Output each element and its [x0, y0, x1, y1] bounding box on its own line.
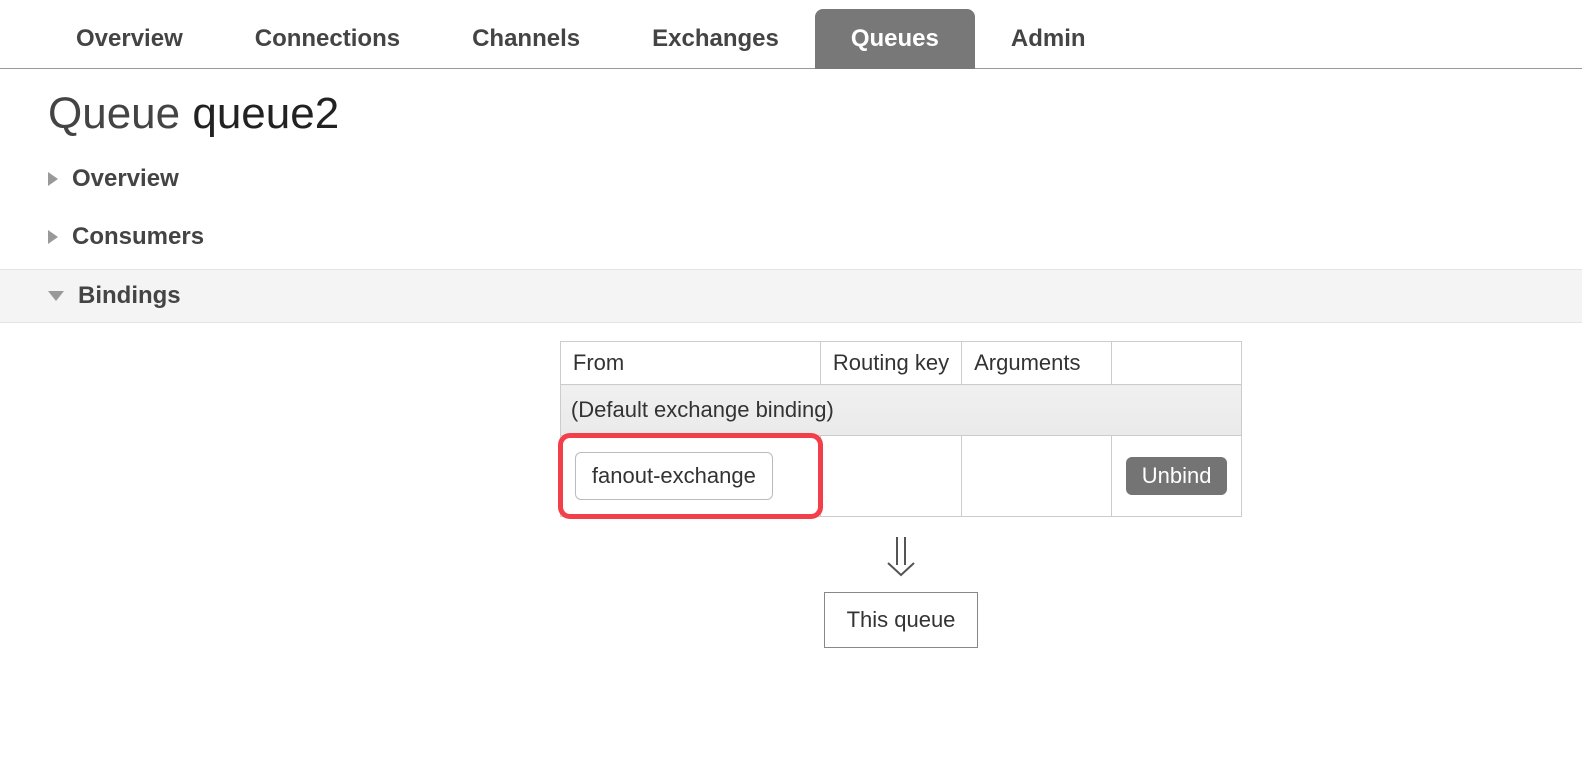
binding-row: fanout-exchange Unbind	[560, 436, 1241, 517]
arrow-down-icon	[884, 535, 918, 582]
bindings-table: From Routing key Arguments (Default exch…	[560, 341, 1242, 517]
page-content: Queue queue2 Overview Consumers Bindings…	[0, 69, 1582, 698]
binding-arguments-cell	[962, 436, 1112, 517]
this-queue-box: This queue	[824, 592, 979, 648]
tab-connections[interactable]: Connections	[219, 9, 436, 69]
unbind-button[interactable]: Unbind	[1126, 457, 1228, 495]
header-from: From	[560, 342, 820, 385]
title-prefix: Queue	[48, 89, 192, 138]
binding-from-cell: fanout-exchange	[560, 436, 820, 517]
binding-routing-cell	[820, 436, 961, 517]
queue-name: queue2	[192, 89, 339, 138]
tab-queues[interactable]: Queues	[815, 9, 975, 69]
chevron-right-icon	[48, 172, 58, 186]
section-bindings-header[interactable]: Bindings	[48, 270, 1534, 322]
chevron-down-icon	[48, 291, 64, 301]
default-binding-label: (Default exchange binding)	[560, 385, 1241, 436]
header-routing-key: Routing key	[820, 342, 961, 385]
section-bindings: Bindings	[0, 269, 1582, 323]
table-header-row: From Routing key Arguments	[560, 342, 1241, 385]
bindings-body: From Routing key Arguments (Default exch…	[0, 329, 1582, 678]
header-arguments: Arguments	[962, 342, 1112, 385]
binding-action-cell: Unbind	[1112, 436, 1242, 517]
section-consumers-header[interactable]: Consumers	[48, 211, 1534, 263]
section-overview: Overview	[48, 153, 1534, 205]
default-binding-row: (Default exchange binding)	[560, 385, 1241, 436]
tab-overview[interactable]: Overview	[40, 9, 219, 69]
section-consumers-label: Consumers	[72, 223, 204, 251]
section-overview-header[interactable]: Overview	[48, 153, 1534, 205]
page-title: Queue queue2	[48, 89, 1534, 139]
tab-admin[interactable]: Admin	[975, 9, 1122, 69]
tab-channels[interactable]: Channels	[436, 9, 616, 69]
tab-exchanges[interactable]: Exchanges	[616, 9, 815, 69]
section-overview-label: Overview	[72, 165, 179, 193]
header-action	[1112, 342, 1242, 385]
highlight-annotation: fanout-exchange	[558, 433, 823, 519]
section-bindings-label: Bindings	[78, 282, 181, 310]
main-tabs: Overview Connections Channels Exchanges …	[0, 8, 1582, 69]
chevron-right-icon	[48, 230, 58, 244]
section-consumers: Consumers	[48, 211, 1534, 263]
exchange-link[interactable]: fanout-exchange	[575, 452, 773, 500]
